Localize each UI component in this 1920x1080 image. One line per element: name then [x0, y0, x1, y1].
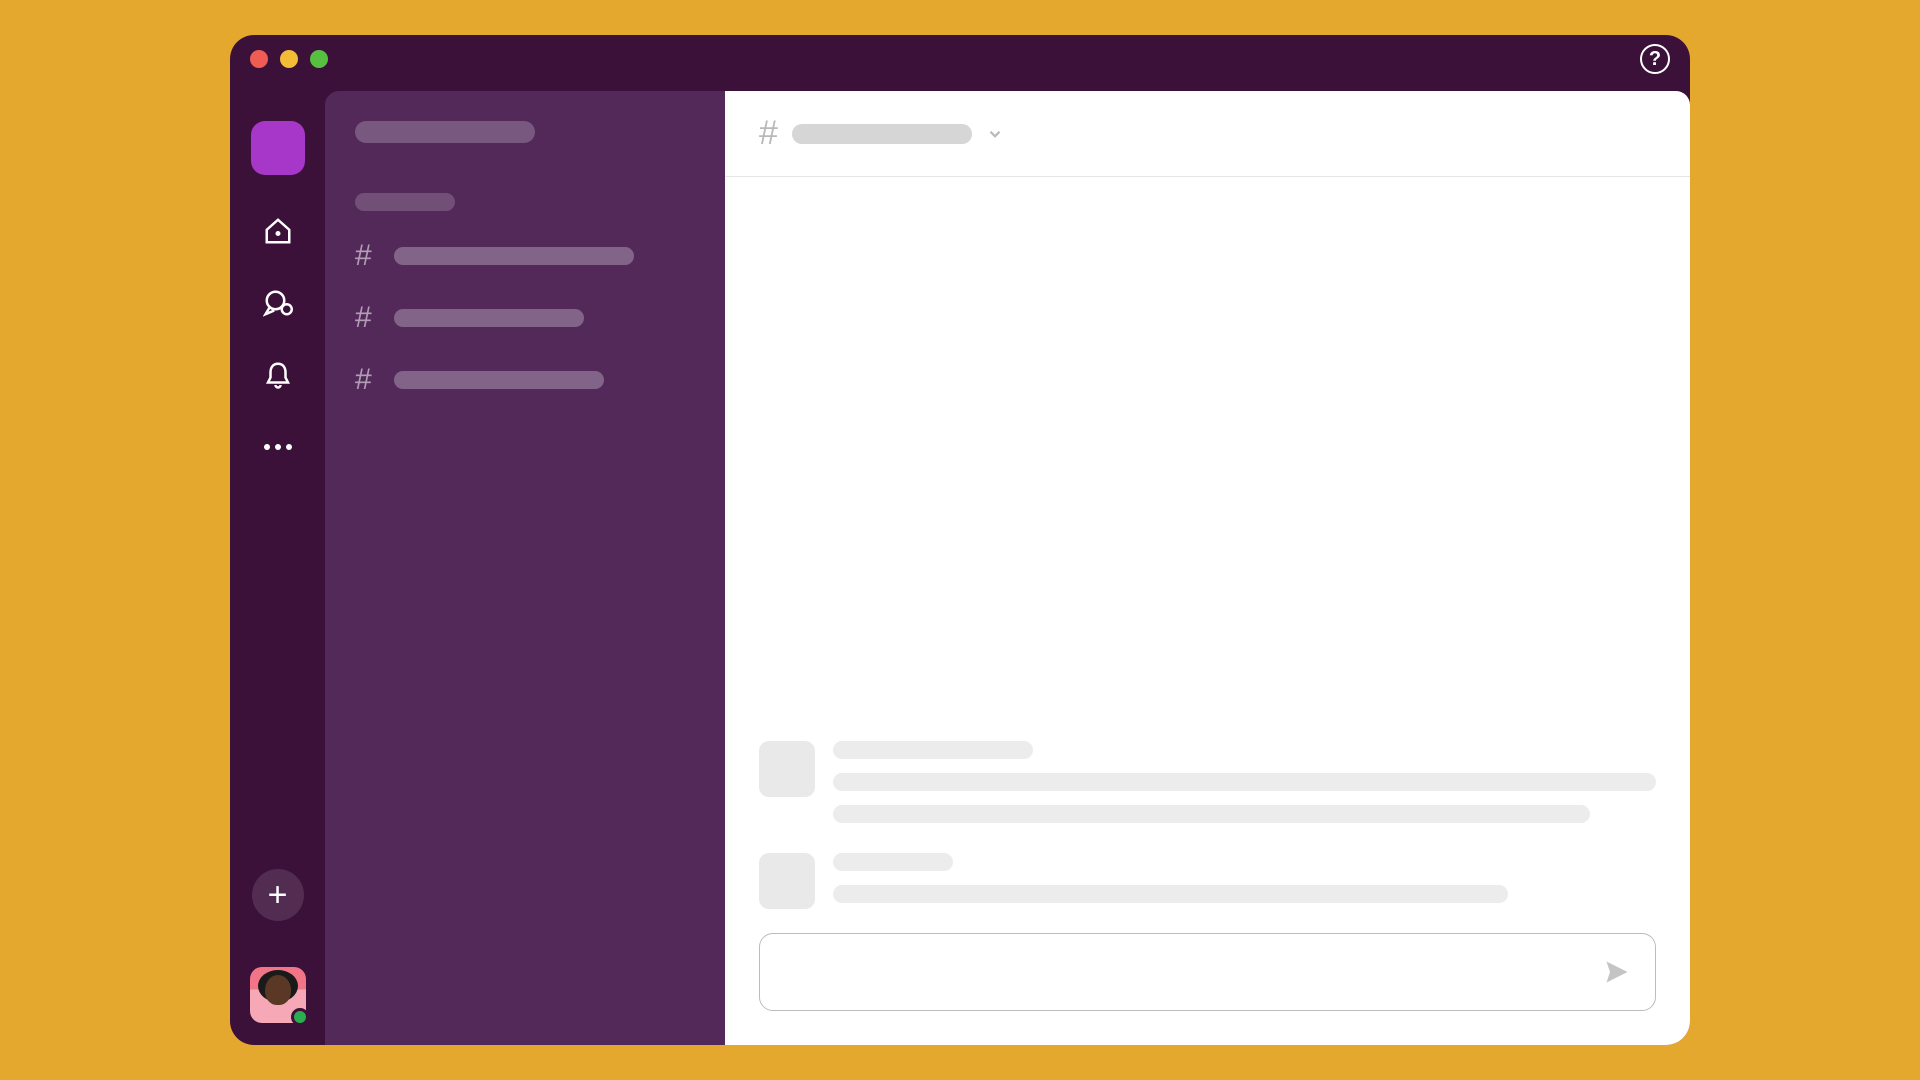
hash-icon: #	[759, 114, 778, 153]
channel-header[interactable]: #	[725, 91, 1690, 177]
hash-icon: #	[355, 239, 372, 273]
channel-label	[394, 371, 604, 389]
channel-item[interactable]: #	[355, 239, 695, 273]
workspace-switcher[interactable]	[251, 121, 305, 175]
message	[759, 741, 1656, 823]
message-list	[725, 177, 1690, 919]
presence-indicator	[291, 1008, 309, 1026]
help-icon: ?	[1649, 48, 1661, 71]
chevron-down-icon	[986, 125, 1004, 143]
close-window-button[interactable]	[250, 50, 268, 68]
channels-section-label[interactable]	[355, 193, 455, 211]
maximize-window-button[interactable]	[310, 50, 328, 68]
message-author	[833, 741, 1033, 759]
message-text	[833, 773, 1656, 791]
traffic-lights	[250, 50, 328, 68]
message-avatar[interactable]	[759, 853, 815, 909]
home-icon[interactable]	[262, 215, 294, 247]
channel-label	[394, 247, 634, 265]
channel-label	[394, 309, 584, 327]
workspace-title[interactable]	[355, 121, 535, 143]
nav-rail: +	[230, 83, 325, 1045]
message-composer[interactable]	[759, 933, 1656, 1011]
message-text	[833, 805, 1590, 823]
more-icon[interactable]	[262, 431, 294, 463]
message-author	[833, 853, 953, 871]
plus-icon: +	[268, 876, 288, 915]
minimize-window-button[interactable]	[280, 50, 298, 68]
help-button[interactable]: ?	[1640, 44, 1670, 74]
add-button[interactable]: +	[252, 869, 304, 921]
channel-sidebar: # # #	[325, 91, 725, 1045]
message-text	[833, 885, 1508, 903]
activity-icon[interactable]	[262, 359, 294, 391]
hash-icon: #	[355, 363, 372, 397]
send-icon[interactable]	[1603, 958, 1631, 986]
dms-icon[interactable]	[262, 287, 294, 319]
message	[759, 853, 1656, 909]
user-menu[interactable]	[250, 967, 306, 1023]
main-pane: #	[725, 91, 1690, 1045]
channel-item[interactable]: #	[355, 363, 695, 397]
message-avatar[interactable]	[759, 741, 815, 797]
titlebar: ?	[230, 35, 1690, 83]
app-window: ?	[230, 35, 1690, 1045]
hash-icon: #	[355, 301, 372, 335]
channel-name	[792, 124, 972, 144]
channel-item[interactable]: #	[355, 301, 695, 335]
